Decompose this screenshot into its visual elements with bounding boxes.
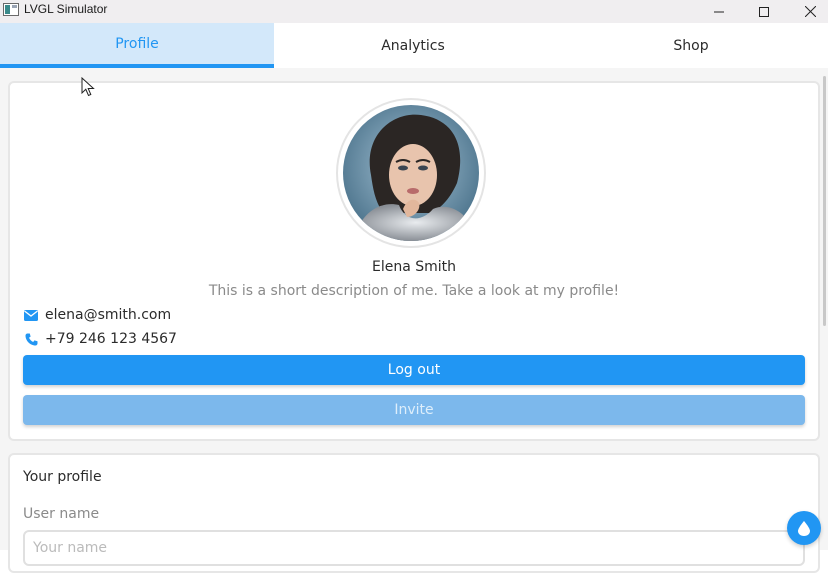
tab-analytics[interactable]: Analytics xyxy=(276,23,550,68)
profile-card: Elena Smith This is a short description … xyxy=(8,81,820,441)
your-profile-card: Your profile User name xyxy=(8,453,820,573)
maximize-button[interactable] xyxy=(741,0,787,23)
water-drop-icon xyxy=(798,520,810,536)
close-icon xyxy=(804,6,816,17)
app-icon xyxy=(3,3,19,16)
window-title: LVGL Simulator xyxy=(24,2,108,16)
avatar xyxy=(343,105,479,241)
scrollbar[interactable] xyxy=(823,76,826,326)
phone-row: +79 246 123 4567 xyxy=(23,331,177,347)
avatar-frame xyxy=(336,98,486,248)
minimize-icon xyxy=(714,11,724,12)
tab-content[interactable]: Elena Smith This is a short description … xyxy=(0,68,828,573)
theme-color-button[interactable] xyxy=(787,511,821,545)
close-button[interactable] xyxy=(787,0,828,23)
mouse-cursor-icon xyxy=(81,76,95,101)
phone-icon xyxy=(23,331,39,347)
logout-button[interactable]: Log out xyxy=(23,355,805,385)
window-titlebar: LVGL Simulator xyxy=(0,0,828,23)
phone-text: +79 246 123 4567 xyxy=(45,331,177,347)
maximize-icon xyxy=(759,6,769,17)
username-input[interactable] xyxy=(23,530,805,566)
minimize-button[interactable] xyxy=(696,0,742,23)
tab-bar: Profile Analytics Shop xyxy=(0,23,828,68)
profile-name: Elena Smith xyxy=(371,259,457,275)
email-row: elena@smith.com xyxy=(23,307,171,323)
profile-description: This is a short description of me. Take … xyxy=(208,283,620,299)
email-text: elena@smith.com xyxy=(45,307,172,323)
form-title: Your profile xyxy=(23,469,102,485)
envelope-icon xyxy=(23,307,39,323)
invite-button[interactable]: Invite xyxy=(23,395,805,425)
tab-profile[interactable]: Profile xyxy=(0,23,274,68)
username-label: User name xyxy=(23,506,100,522)
tab-shop[interactable]: Shop xyxy=(554,23,828,68)
